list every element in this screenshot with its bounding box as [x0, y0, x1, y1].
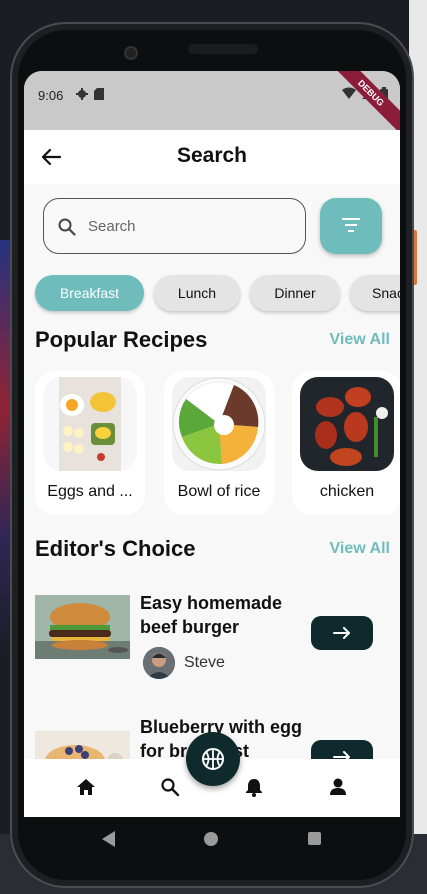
filter-button[interactable] — [320, 198, 382, 254]
recipe-name: Eggs and ... — [47, 483, 133, 500]
arrow-right-icon — [333, 627, 350, 639]
system-navigation-bar — [24, 817, 400, 861]
filter-icon — [342, 218, 360, 232]
basketball-icon — [202, 748, 224, 770]
debug-banner: DEBUG — [326, 71, 400, 138]
editor-item-burger[interactable]: Easy homemade beef burger Steve — [35, 591, 395, 681]
author-name: Steve — [184, 654, 225, 671]
system-back-icon[interactable] — [102, 831, 116, 847]
home-icon[interactable] — [76, 777, 96, 797]
status-bar: 9:06 DEBUG — [24, 71, 400, 138]
recipe-card-chicken[interactable]: chicken — [292, 371, 400, 515]
search-nav-icon[interactable] — [160, 777, 180, 797]
recipe-name: Bowl of rice — [177, 483, 261, 500]
bell-icon[interactable] — [244, 777, 264, 797]
recipe-image-eggs — [43, 377, 137, 471]
editor-author: Steve — [143, 647, 225, 679]
recipe-card-eggs[interactable]: Eggs and ... — [35, 371, 145, 515]
sd-card-icon — [94, 88, 104, 100]
editors-choice-title: Editor's Choice — [35, 536, 196, 561]
system-home-icon[interactable] — [204, 832, 218, 846]
search-box[interactable] — [43, 198, 306, 254]
popular-recipes-title: Popular Recipes — [35, 327, 208, 352]
category-chips: Breakfast Lunch Dinner Snacks — [35, 275, 400, 311]
open-recipe-button[interactable] — [311, 616, 373, 650]
app-screen: 9:06 DEBUG Search Br — [24, 71, 400, 817]
status-time: 9:06 — [38, 88, 64, 103]
earpiece-speaker — [188, 44, 258, 54]
chip-dinner[interactable]: Dinner — [250, 275, 340, 311]
profile-icon[interactable] — [328, 777, 348, 797]
popular-view-all-link[interactable]: View All — [330, 331, 390, 349]
recipe-image-chicken — [300, 377, 394, 471]
recipe-card-rice[interactable]: Bowl of rice — [164, 371, 274, 515]
system-recents-icon[interactable] — [308, 832, 321, 845]
search-input[interactable] — [88, 213, 288, 239]
status-icons-left — [76, 88, 104, 100]
search-icon — [58, 218, 76, 236]
editors-view-all-link[interactable]: View All — [330, 540, 390, 558]
chip-snacks[interactable]: Snacks — [350, 275, 400, 311]
editor-image-burger — [35, 595, 130, 659]
recipe-name: chicken — [319, 483, 375, 500]
center-action-button[interactable] — [186, 732, 240, 786]
page-title: Search — [176, 144, 248, 167]
front-camera — [124, 46, 138, 60]
avatar — [143, 647, 175, 679]
settings-icon — [76, 88, 88, 100]
wifi-icon — [342, 87, 356, 99]
recipe-image-rice — [172, 377, 266, 471]
chip-breakfast[interactable]: Breakfast — [35, 275, 144, 311]
app-bar: Search — [24, 130, 400, 184]
editor-item-title: Easy homemade beef burger — [140, 593, 283, 637]
chip-lunch[interactable]: Lunch — [154, 275, 240, 311]
